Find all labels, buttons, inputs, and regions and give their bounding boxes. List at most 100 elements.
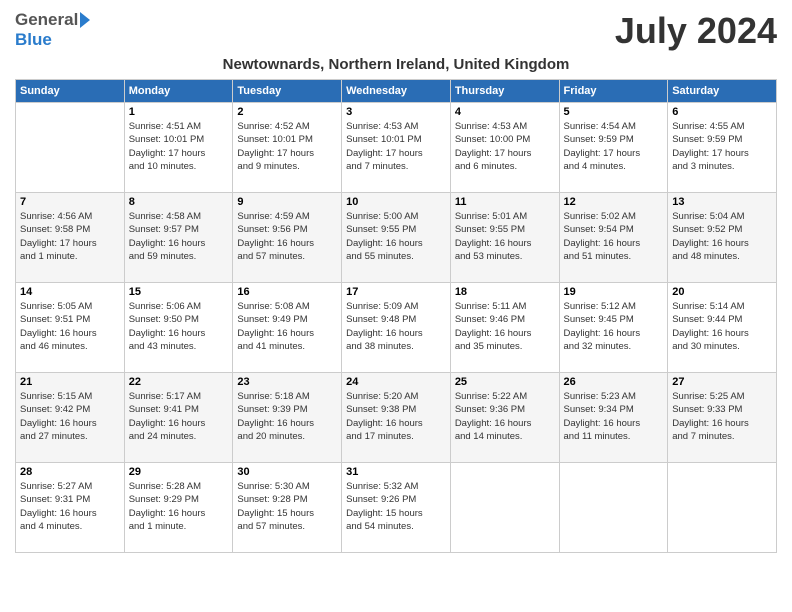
day-number: 18 — [455, 286, 555, 298]
week-row-2: 7 Sunrise: 4:56 AM Sunset: 9:58 PM Daylig… — [16, 193, 777, 283]
calendar-cell: 13Sunrise: 5:04 AM Sunset: 9:52 PM Dayli… — [668, 193, 777, 283]
day-number: 15 — [129, 286, 229, 298]
day-info: Sunrise: 5:17 AM Sunset: 9:41 PM Dayligh… — [129, 390, 229, 443]
calendar-cell: 9 Sunrise: 4:59 AM Sunset: 9:56 PM Daylig… — [233, 193, 342, 283]
calendar-cell — [450, 463, 559, 553]
logo: General Blue — [15, 10, 90, 50]
calendar-cell: 17 Sunrise: 5:09 AM Sunset: 9:48 PM Dayli… — [342, 283, 451, 373]
day-number: 29 — [129, 466, 229, 478]
calendar-cell: 24 Sunrise: 5:20 AM Sunset: 9:38 PM Dayli… — [342, 373, 451, 463]
day-number: 24 — [346, 376, 446, 388]
day-number: 26 — [564, 376, 664, 388]
day-info: Sunrise: 4:53 AM Sunset: 10:00 PM Daylig… — [455, 120, 555, 173]
day-number: 12 — [564, 196, 664, 208]
calendar-cell: 12 Sunrise: 5:02 AM Sunset: 9:54 PM Dayli… — [559, 193, 668, 283]
day-number: 21 — [20, 376, 120, 388]
day-info: Sunrise: 5:09 AM Sunset: 9:48 PM Dayligh… — [346, 300, 446, 353]
day-info: Sunrise: 5:08 AM Sunset: 9:49 PM Dayligh… — [237, 300, 337, 353]
calendar-cell: 7 Sunrise: 4:56 AM Sunset: 9:58 PM Daylig… — [16, 193, 125, 283]
day-number: 16 — [237, 286, 337, 298]
calendar-cell: 8Sunrise: 4:58 AM Sunset: 9:57 PM Daylig… — [124, 193, 233, 283]
calendar-cell: 5 Sunrise: 4:54 AM Sunset: 9:59 PM Daylig… — [559, 103, 668, 193]
header: General Blue July 2024 — [15, 10, 777, 52]
header-day-saturday: Saturday — [668, 80, 777, 103]
day-number: 1 — [129, 106, 229, 118]
header-day-monday: Monday — [124, 80, 233, 103]
calendar-cell: 27 Sunrise: 5:25 AM Sunset: 9:33 PM Dayli… — [668, 373, 777, 463]
day-info: Sunrise: 5:02 AM Sunset: 9:54 PM Dayligh… — [564, 210, 664, 263]
calendar-cell: 1Sunrise: 4:51 AM Sunset: 10:01 PM Dayli… — [124, 103, 233, 193]
day-info: Sunrise: 4:53 AM Sunset: 10:01 PM Daylig… — [346, 120, 446, 173]
week-row-1: 1Sunrise: 4:51 AM Sunset: 10:01 PM Dayli… — [16, 103, 777, 193]
calendar-cell: 18 Sunrise: 5:11 AM Sunset: 9:46 PM Dayli… — [450, 283, 559, 373]
calendar-cell: 30 Sunrise: 5:30 AM Sunset: 9:28 PM Dayli… — [233, 463, 342, 553]
day-info: Sunrise: 5:00 AM Sunset: 9:55 PM Dayligh… — [346, 210, 446, 263]
day-info: Sunrise: 4:59 AM Sunset: 9:56 PM Dayligh… — [237, 210, 337, 263]
day-info: Sunrise: 5:06 AM Sunset: 9:50 PM Dayligh… — [129, 300, 229, 353]
day-info: Sunrise: 5:12 AM Sunset: 9:45 PM Dayligh… — [564, 300, 664, 353]
day-number: 11 — [455, 196, 555, 208]
week-row-5: 28Sunrise: 5:27 AM Sunset: 9:31 PM Dayli… — [16, 463, 777, 553]
header-day-tuesday: Tuesday — [233, 80, 342, 103]
day-info: Sunrise: 5:18 AM Sunset: 9:39 PM Dayligh… — [237, 390, 337, 443]
calendar-cell: 22 Sunrise: 5:17 AM Sunset: 9:41 PM Dayli… — [124, 373, 233, 463]
day-number: 17 — [346, 286, 446, 298]
day-number: 31 — [346, 466, 446, 478]
day-info: Sunrise: 5:23 AM Sunset: 9:34 PM Dayligh… — [564, 390, 664, 443]
calendar-cell: 21 Sunrise: 5:15 AM Sunset: 9:42 PM Dayli… — [16, 373, 125, 463]
day-number: 3 — [346, 106, 446, 118]
day-number: 19 — [564, 286, 664, 298]
day-info: Sunrise: 4:54 AM Sunset: 9:59 PM Dayligh… — [564, 120, 664, 173]
day-info: Sunrise: 5:04 AM Sunset: 9:52 PM Dayligh… — [672, 210, 772, 263]
header-day-wednesday: Wednesday — [342, 80, 451, 103]
calendar-cell: 26 Sunrise: 5:23 AM Sunset: 9:34 PM Dayli… — [559, 373, 668, 463]
day-number: 9 — [237, 196, 337, 208]
location-title: Newtownards, Northern Ireland, United Ki… — [15, 56, 777, 73]
day-info: Sunrise: 5:14 AM Sunset: 9:44 PM Dayligh… — [672, 300, 772, 353]
calendar-cell — [668, 463, 777, 553]
week-row-4: 21 Sunrise: 5:15 AM Sunset: 9:42 PM Dayli… — [16, 373, 777, 463]
day-info: Sunrise: 5:27 AM Sunset: 9:31 PM Dayligh… — [20, 480, 120, 533]
header-row: SundayMondayTuesdayWednesdayThursdayFrid… — [16, 80, 777, 103]
calendar-cell: 3 Sunrise: 4:53 AM Sunset: 10:01 PM Dayli… — [342, 103, 451, 193]
logo-blue: Blue — [15, 30, 52, 49]
day-info: Sunrise: 4:58 AM Sunset: 9:57 PM Dayligh… — [129, 210, 229, 263]
day-number: 23 — [237, 376, 337, 388]
day-number: 2 — [237, 106, 337, 118]
day-info: Sunrise: 5:05 AM Sunset: 9:51 PM Dayligh… — [20, 300, 120, 353]
calendar-cell: 4 Sunrise: 4:53 AM Sunset: 10:00 PM Dayli… — [450, 103, 559, 193]
calendar-cell: 14 Sunrise: 5:05 AM Sunset: 9:51 PM Dayli… — [16, 283, 125, 373]
day-number: 5 — [564, 106, 664, 118]
logo-icon — [80, 12, 90, 28]
day-number: 25 — [455, 376, 555, 388]
day-info: Sunrise: 5:15 AM Sunset: 9:42 PM Dayligh… — [20, 390, 120, 443]
day-info: Sunrise: 5:20 AM Sunset: 9:38 PM Dayligh… — [346, 390, 446, 443]
header-day-sunday: Sunday — [16, 80, 125, 103]
day-number: 27 — [672, 376, 772, 388]
day-info: Sunrise: 5:25 AM Sunset: 9:33 PM Dayligh… — [672, 390, 772, 443]
day-number: 14 — [20, 286, 120, 298]
calendar-cell: 25 Sunrise: 5:22 AM Sunset: 9:36 PM Dayli… — [450, 373, 559, 463]
calendar-cell: 23 Sunrise: 5:18 AM Sunset: 9:39 PM Dayli… — [233, 373, 342, 463]
day-number: 20 — [672, 286, 772, 298]
calendar-cell: 19 Sunrise: 5:12 AM Sunset: 9:45 PM Dayli… — [559, 283, 668, 373]
calendar-cell — [16, 103, 125, 193]
day-info: Sunrise: 5:11 AM Sunset: 9:46 PM Dayligh… — [455, 300, 555, 353]
header-day-thursday: Thursday — [450, 80, 559, 103]
calendar-cell: 28Sunrise: 5:27 AM Sunset: 9:31 PM Dayli… — [16, 463, 125, 553]
week-row-3: 14 Sunrise: 5:05 AM Sunset: 9:51 PM Dayli… — [16, 283, 777, 373]
day-number: 4 — [455, 106, 555, 118]
day-info: Sunrise: 4:56 AM Sunset: 9:58 PM Dayligh… — [20, 210, 120, 263]
calendar-cell: 16 Sunrise: 5:08 AM Sunset: 9:49 PM Dayli… — [233, 283, 342, 373]
day-info: Sunrise: 4:52 AM Sunset: 10:01 PM Daylig… — [237, 120, 337, 173]
day-info: Sunrise: 5:22 AM Sunset: 9:36 PM Dayligh… — [455, 390, 555, 443]
calendar-cell — [559, 463, 668, 553]
day-number: 30 — [237, 466, 337, 478]
day-number: 22 — [129, 376, 229, 388]
calendar-cell: 2 Sunrise: 4:52 AM Sunset: 10:01 PM Dayli… — [233, 103, 342, 193]
logo-general: General — [15, 10, 78, 30]
day-number: 7 — [20, 196, 120, 208]
day-info: Sunrise: 5:30 AM Sunset: 9:28 PM Dayligh… — [237, 480, 337, 533]
day-number: 6 — [672, 106, 772, 118]
calendar-cell: 6Sunrise: 4:55 AM Sunset: 9:59 PM Daylig… — [668, 103, 777, 193]
